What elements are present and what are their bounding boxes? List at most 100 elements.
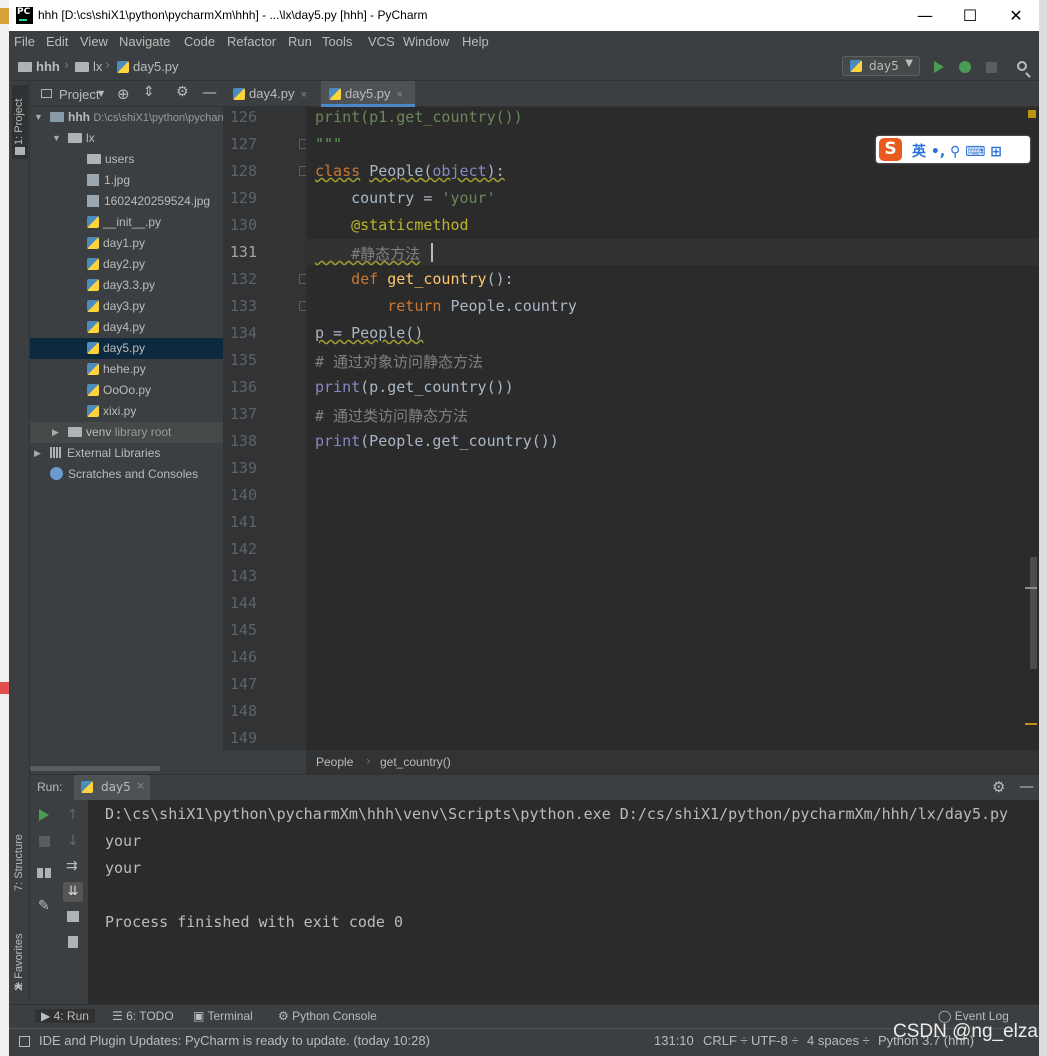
hide-icon[interactable]: —: [1019, 777, 1034, 795]
close-button[interactable]: ✕: [993, 0, 1039, 31]
tree-item-users[interactable]: users: [30, 149, 223, 170]
chevron-down-icon: ▼: [52, 133, 61, 143]
code-editor[interactable]: print(p1.get_country()) """ class People…: [306, 107, 1039, 750]
line-number: 127: [229, 135, 257, 153]
hide-icon[interactable]: —: [202, 83, 217, 101]
print-icon[interactable]: [67, 911, 79, 922]
menu-window[interactable]: Window: [403, 34, 449, 49]
close-tab-icon[interactable]: ×: [301, 89, 307, 101]
tree-item-oooo[interactable]: OoOo.py: [30, 380, 223, 401]
chevron-right-icon: ▶: [34, 448, 41, 458]
menu-help[interactable]: Help: [462, 34, 489, 49]
code-line: return People.country: [315, 297, 577, 315]
horizontal-scrollbar[interactable]: [30, 766, 160, 771]
tool-tab-python-console[interactable]: ⚙ Python Console: [278, 1009, 377, 1023]
crumb-hhh[interactable]: hhh: [18, 59, 60, 74]
locate-icon[interactable]: ⊕: [117, 85, 130, 103]
tree-item-init[interactable]: __init__.py: [30, 212, 223, 233]
run-icon[interactable]: [934, 61, 944, 73]
crumb-lx[interactable]: lx: [75, 59, 102, 74]
trash-icon[interactable]: [68, 936, 78, 948]
tree-item-day2[interactable]: day2.py: [30, 254, 223, 275]
run-config-dropdown[interactable]: day5 ▼: [842, 56, 920, 76]
tree-folder-lx[interactable]: ▼ lx: [30, 128, 223, 149]
tree-item-day4[interactable]: day4.py: [30, 317, 223, 338]
tree-item-day1[interactable]: day1.py: [30, 233, 223, 254]
line-number: 148: [229, 702, 257, 720]
line-number: 132: [229, 270, 257, 288]
menu-edit[interactable]: Edit: [46, 34, 68, 49]
stop-icon[interactable]: [39, 836, 50, 847]
gear-icon[interactable]: ⚙: [992, 778, 1005, 796]
menu-run[interactable]: Run: [288, 34, 312, 49]
line-separator[interactable]: CRLF ÷: [703, 1033, 748, 1048]
project-panel-header: Project ▼ ⊕ ⇕ ⚙ —: [30, 81, 223, 107]
soft-wrap-icon[interactable]: ⇉: [66, 858, 78, 874]
search-icon[interactable]: [1017, 61, 1027, 71]
tree-root-hhh[interactable]: ▼ hhh D:\cs\shiX1\python\pycharmXm\hhh: [30, 107, 223, 128]
status-message[interactable]: IDE and Plugin Updates: PyCharm is ready…: [39, 1033, 430, 1048]
file-encoding[interactable]: UTF-8 ÷: [751, 1033, 799, 1048]
tree-item-1jpg[interactable]: 1.jpg: [30, 170, 223, 191]
pycharm-logo-icon: PC: [16, 7, 33, 24]
folder-icon: [68, 133, 82, 143]
tool-tab-run[interactable]: ▶ 4: Run: [35, 1009, 95, 1023]
line-number: 144: [229, 594, 257, 612]
status-toggle-icon[interactable]: [19, 1036, 30, 1047]
project-panel: Project ▼ ⊕ ⇕ ⚙ — ▼ hhh D:\cs\shiX1\pyth…: [30, 81, 223, 773]
tool-tab-todo[interactable]: ☰ 6: TODO: [112, 1009, 174, 1023]
close-tab-icon[interactable]: ×: [397, 89, 403, 101]
crumb-day5[interactable]: day5.py: [117, 59, 179, 74]
debug-icon[interactable]: [959, 61, 971, 73]
structure-tool-button[interactable]: 7: Structure: [12, 811, 28, 895]
tree-item-xixi[interactable]: xixi.py: [30, 401, 223, 422]
line-number: 141: [229, 513, 257, 531]
gear-icon[interactable]: ⚙: [176, 84, 189, 100]
menu-code[interactable]: Code: [184, 34, 215, 49]
rerun-icon[interactable]: [39, 809, 49, 821]
chevron-down-icon: ▼: [34, 112, 43, 122]
tab-day4[interactable]: day4.py ×: [225, 81, 321, 107]
arrow-up-icon[interactable]: ↑: [67, 807, 79, 823]
run-console[interactable]: D:\cs\shiX1\python\pycharmXm\hhh\venv\Sc…: [88, 800, 1039, 1004]
maximize-button[interactable]: ☐: [947, 0, 993, 31]
tool-tab-terminal[interactable]: ▣ Terminal: [193, 1009, 253, 1023]
project-tool-label: 1: Project: [13, 98, 25, 145]
menu-view[interactable]: View: [80, 34, 108, 49]
vertical-scrollbar[interactable]: [1030, 557, 1037, 669]
layout-icon[interactable]: [37, 868, 51, 878]
indent-setting[interactable]: 4 spaces ÷: [807, 1033, 870, 1048]
close-tab-icon[interactable]: ×: [136, 779, 145, 792]
arrow-down-icon[interactable]: ↓: [67, 833, 79, 849]
tree-item-day33[interactable]: day3.3.py: [30, 275, 223, 296]
tree-item-day5[interactable]: day5.py: [30, 338, 223, 359]
ime-toolbar[interactable]: S 英 •, ⚲ ⌨ ⊞: [876, 136, 1030, 163]
breadcrumb-class[interactable]: People: [316, 755, 353, 769]
line-number: 146: [229, 648, 257, 666]
menu-tools[interactable]: Tools: [322, 34, 352, 49]
run-tab-day5[interactable]: day5 ×: [74, 775, 150, 800]
tree-item-day3[interactable]: day3.py: [30, 296, 223, 317]
tree-folder-venv[interactable]: ▶ venv library root: [30, 422, 223, 443]
tree-external-libraries[interactable]: ▶ External Libraries: [30, 443, 223, 464]
minimize-button[interactable]: —: [902, 0, 948, 31]
collapse-all-icon[interactable]: ⇕: [143, 84, 155, 100]
stop-icon[interactable]: [986, 62, 997, 73]
tab-day5[interactable]: day5.py ×: [321, 81, 415, 107]
tree-scratches[interactable]: Scratches and Consoles: [30, 464, 223, 485]
menu-navigate[interactable]: Navigate: [119, 34, 170, 49]
chevron-down-icon[interactable]: ▼: [98, 89, 104, 98]
breadcrumb-method[interactable]: get_country(): [380, 755, 451, 769]
tree-item-jpg[interactable]: 1602420259524.jpg: [30, 191, 223, 212]
tree-item-hehe[interactable]: hehe.py: [30, 359, 223, 380]
inspection-status-icon[interactable]: [1028, 110, 1036, 118]
menu-refactor[interactable]: Refactor: [227, 34, 276, 49]
menu-vcs[interactable]: VCS: [368, 34, 395, 49]
run-panel-header: Run: day5 × ⚙ —: [30, 774, 1039, 800]
pin-icon[interactable]: ✎: [38, 898, 50, 914]
scroll-to-end-icon[interactable]: ⇊: [63, 882, 83, 902]
project-view-selector[interactable]: Project: [59, 87, 99, 102]
menu-file[interactable]: File: [14, 34, 35, 49]
cursor-position[interactable]: 131:10: [654, 1033, 694, 1048]
ime-status[interactable]: 英 •, ⚲ ⌨ ⊞: [912, 141, 1002, 161]
